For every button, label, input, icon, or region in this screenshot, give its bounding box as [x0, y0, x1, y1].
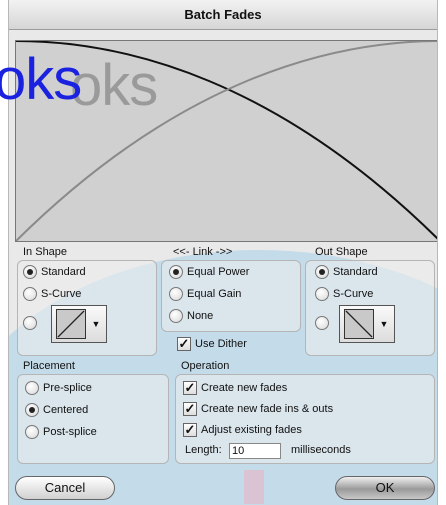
radio-icon — [23, 287, 37, 301]
out-shape-label: Out Shape — [315, 246, 368, 258]
window-title: Batch Fades — [9, 0, 437, 30]
background-artifact — [244, 470, 264, 504]
radio-icon — [23, 265, 37, 279]
in-shape-dropdown[interactable]: ▼ — [51, 305, 107, 343]
radio-icon — [315, 265, 329, 279]
length-unit-label: milliseconds — [291, 444, 351, 456]
triangle-down-icon: ▼ — [91, 319, 101, 329]
operation-option-label: Create new fades — [201, 382, 288, 394]
cancel-button[interactable]: Cancel — [15, 476, 115, 500]
radio-icon — [169, 265, 183, 279]
length-input[interactable]: 10 — [229, 443, 281, 459]
ok-button[interactable]: OK — [335, 476, 435, 500]
link-equal-gain-radio[interactable]: Equal Gain — [169, 287, 241, 301]
radio-icon — [169, 309, 183, 323]
placement-centered-radio[interactable]: Centered — [25, 403, 88, 417]
out-shape-option-label: S-Curve — [333, 288, 374, 300]
radio-icon — [25, 425, 39, 439]
link-option-label: Equal Gain — [187, 288, 242, 300]
radio-icon — [169, 287, 183, 301]
background-ghost-text: oks — [70, 53, 158, 118]
link-none-radio[interactable]: None — [169, 309, 213, 323]
checkmark-icon: ✓ — [183, 422, 197, 437]
in-shape-standard-radio[interactable]: Standard — [23, 265, 86, 279]
triangle-down-icon: ▼ — [379, 319, 389, 329]
out-shape-option-label: Standard — [333, 266, 378, 278]
checkmark-icon: ✓ — [183, 380, 197, 395]
out-shape-standard-radio[interactable]: Standard — [315, 265, 378, 279]
placement-post-splice-radio[interactable]: Post-splice — [25, 425, 97, 439]
radio-icon — [25, 403, 39, 417]
in-shape-custom-radio[interactable] — [23, 316, 41, 330]
in-shape-label: In Shape — [23, 246, 68, 258]
link-option-label: Equal Power — [187, 266, 250, 278]
link-label: <<- Link ->> — [173, 246, 233, 258]
out-shape-scurve-radio[interactable]: S-Curve — [315, 287, 373, 301]
create-new-fades-checkbox[interactable]: ✓ Create new fades — [183, 381, 287, 395]
radio-icon — [23, 316, 37, 330]
use-dither-label: Use Dither — [195, 338, 247, 350]
link-option-label: None — [187, 310, 214, 322]
out-shape-custom-radio[interactable] — [315, 316, 333, 330]
background-overlay-text: oks — [0, 47, 82, 112]
placement-label: Placement — [23, 360, 75, 372]
placement-option-label: Post-splice — [43, 426, 97, 438]
placement-option-label: Pre-splice — [43, 382, 92, 394]
checkmark-icon: ✓ — [177, 336, 191, 351]
checkmark-icon: ✓ — [183, 401, 197, 416]
in-shape-option-label: Standard — [41, 266, 86, 278]
adjust-existing-fades-checkbox[interactable]: ✓ Adjust existing fades — [183, 423, 302, 437]
length-label: Length: — [185, 444, 222, 456]
operation-option-label: Create new fade ins & outs — [201, 403, 334, 415]
link-equal-power-radio[interactable]: Equal Power — [169, 265, 249, 279]
operation-option-label: Adjust existing fades — [201, 424, 302, 436]
operation-label: Operation — [181, 360, 230, 372]
out-shape-dropdown[interactable]: ▼ — [339, 305, 395, 343]
radio-icon — [315, 287, 329, 301]
radio-icon — [25, 381, 39, 395]
in-shape-option-label: S-Curve — [41, 288, 82, 300]
placement-pre-splice-radio[interactable]: Pre-splice — [25, 381, 92, 395]
create-new-fade-ins-outs-checkbox[interactable]: ✓ Create new fade ins & outs — [183, 402, 333, 416]
radio-icon — [315, 316, 329, 330]
in-shape-scurve-radio[interactable]: S-Curve — [23, 287, 81, 301]
placement-option-label: Centered — [43, 404, 89, 416]
use-dither-checkbox[interactable]: ✓ Use Dither — [177, 337, 247, 351]
fade-out-curve-icon — [344, 309, 374, 339]
fade-in-curve-icon — [56, 309, 86, 339]
